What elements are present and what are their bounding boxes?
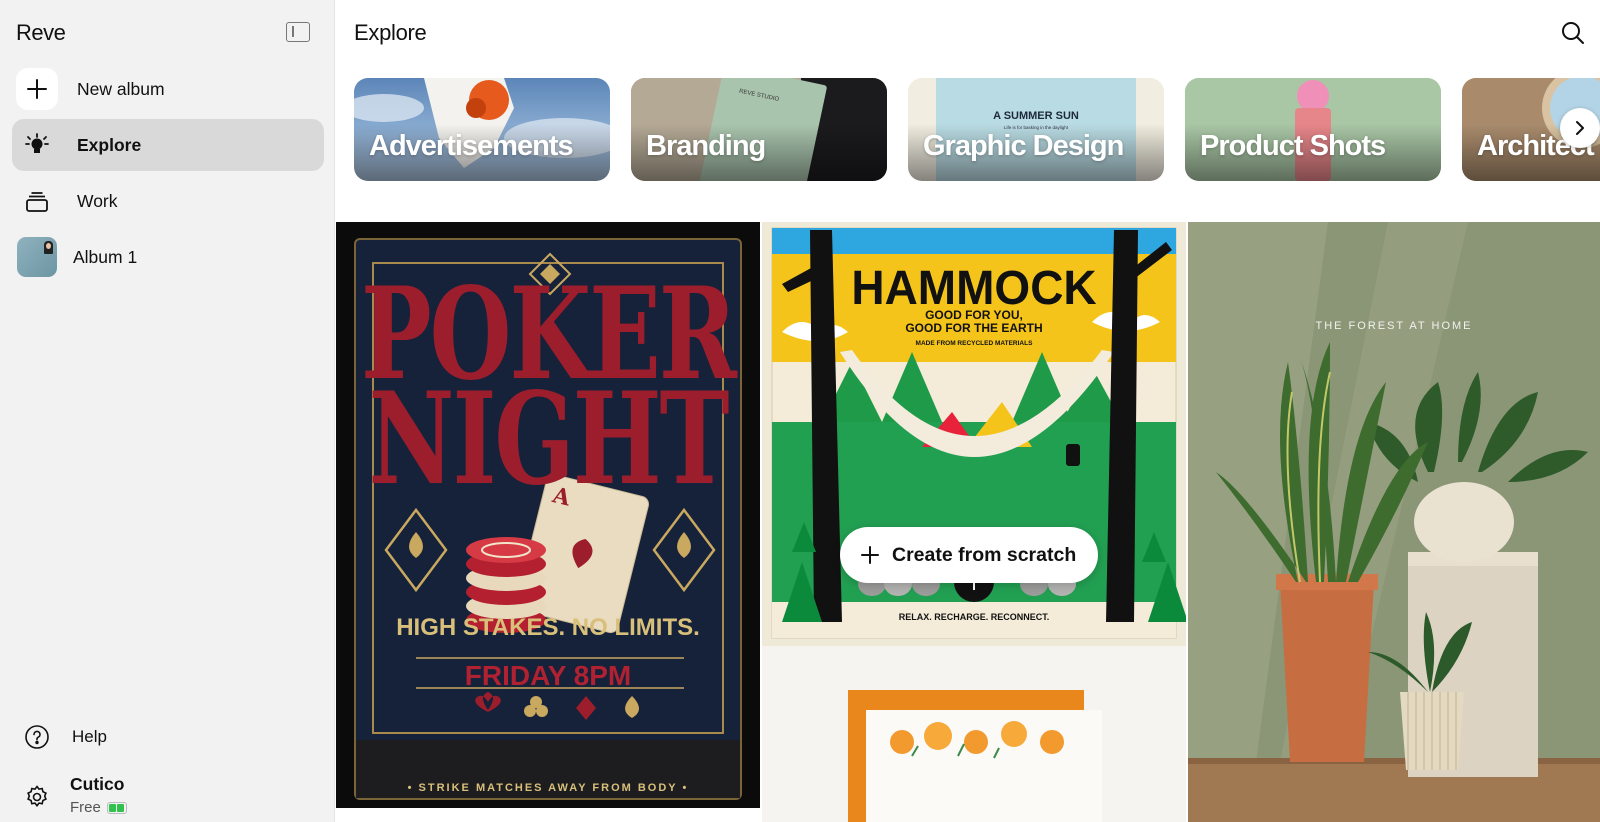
credits-battery-icon	[106, 801, 127, 814]
poker-poster: A POKER NIGHT HIGH STAKES. NO LIMITS. FR…	[354, 238, 742, 800]
sidebar-item-label: Explore	[77, 134, 142, 155]
plan-badge: Free	[70, 799, 127, 816]
plus-icon	[16, 68, 58, 110]
category-carousel: Advertisements REVE STUDIO Branding A SU…	[354, 78, 1600, 181]
gear-icon[interactable]	[24, 784, 50, 810]
poker-title-line2: NIGHT	[368, 365, 730, 515]
help-link[interactable]: Help	[24, 724, 107, 750]
plus-icon	[861, 546, 879, 564]
sidebar-item-label: Album 1	[73, 246, 138, 267]
sidebar-item-label: New album	[77, 78, 165, 99]
category-label: Advertisements	[369, 130, 574, 162]
plan-label: Free	[70, 799, 101, 816]
help-icon	[25, 725, 49, 749]
create-from-scratch-button[interactable]: Create from scratch	[840, 527, 1099, 583]
brand-logo[interactable]: Reve	[16, 20, 66, 46]
stack-icon	[16, 180, 58, 222]
category-card-branding[interactable]: REVE STUDIO Branding	[631, 78, 887, 181]
poker-footer: • STRIKE MATCHES AWAY FROM BODY •	[407, 782, 689, 794]
hammock-line2: GOOD FOR THE EARTH	[905, 321, 1042, 335]
user-name: Cutico	[70, 774, 125, 794]
graphic-design-title: A SUMMER SUN	[993, 110, 1079, 122]
sidebar-item-album-1[interactable]: Album 1	[12, 231, 324, 283]
search-icon[interactable]	[1560, 20, 1586, 46]
category-label: Graphic Design	[923, 130, 1124, 162]
category-label: Branding	[646, 130, 766, 162]
gallery-image-floral-card[interactable]	[762, 646, 1186, 822]
sidebar-item-explore[interactable]: Explore	[12, 119, 324, 171]
image-gallery: A POKER NIGHT HIGH STAKES. NO LIMITS. FR…	[336, 222, 1600, 822]
gallery-image-poker-night[interactable]: A POKER NIGHT HIGH STAKES. NO LIMITS. FR…	[336, 222, 760, 808]
category-card-advertisements[interactable]: Advertisements	[354, 78, 610, 181]
poker-matchbook-strip: • STRIKE MATCHES AWAY FROM BODY •	[356, 740, 740, 798]
sidebar-toggle-icon[interactable]	[286, 22, 310, 42]
user-account[interactable]: Cutico Free	[24, 774, 127, 816]
album-thumbnail	[17, 237, 57, 277]
lightbulb-icon	[16, 124, 58, 166]
sidebar-item-label: Work	[77, 190, 118, 211]
plant-poster-title: THE FOREST AT HOME	[1315, 320, 1473, 332]
page-title: Explore	[354, 20, 427, 45]
poker-date: FRIDAY 8PM	[464, 660, 632, 691]
chevron-right-icon	[1576, 121, 1584, 135]
sidebar-item-new-album[interactable]: New album	[12, 63, 324, 115]
sidebar: Reve New album Explore Work Album 1 Help…	[0, 0, 335, 822]
hammock-line1: GOOD FOR YOU,	[925, 308, 1023, 322]
hammock-line3: MADE FROM RECYCLED MATERIALS	[916, 340, 1034, 347]
create-button-label: Create from scratch	[892, 543, 1077, 566]
hammock-title: HAMMOCK	[851, 260, 1096, 314]
help-label: Help	[72, 727, 107, 746]
main-content: Explore Advertisements REVE STUDIO Brand…	[336, 0, 1600, 822]
sidebar-item-work[interactable]: Work	[12, 175, 324, 227]
carousel-next-button[interactable]	[1560, 108, 1600, 148]
poker-tagline: HIGH STAKES. NO LIMITS.	[396, 614, 700, 641]
category-card-graphic-design[interactable]: A SUMMER SUN Life is for basking in the …	[908, 78, 1164, 181]
category-label: Product Shots	[1200, 130, 1386, 162]
gallery-image-forest-at-home[interactable]: THE FOREST AT HOME	[1188, 222, 1600, 822]
hammock-footer: RELAX. RECHARGE. RECONNECT.	[899, 612, 1050, 622]
category-card-product-shots[interactable]: Product Shots	[1185, 78, 1441, 181]
